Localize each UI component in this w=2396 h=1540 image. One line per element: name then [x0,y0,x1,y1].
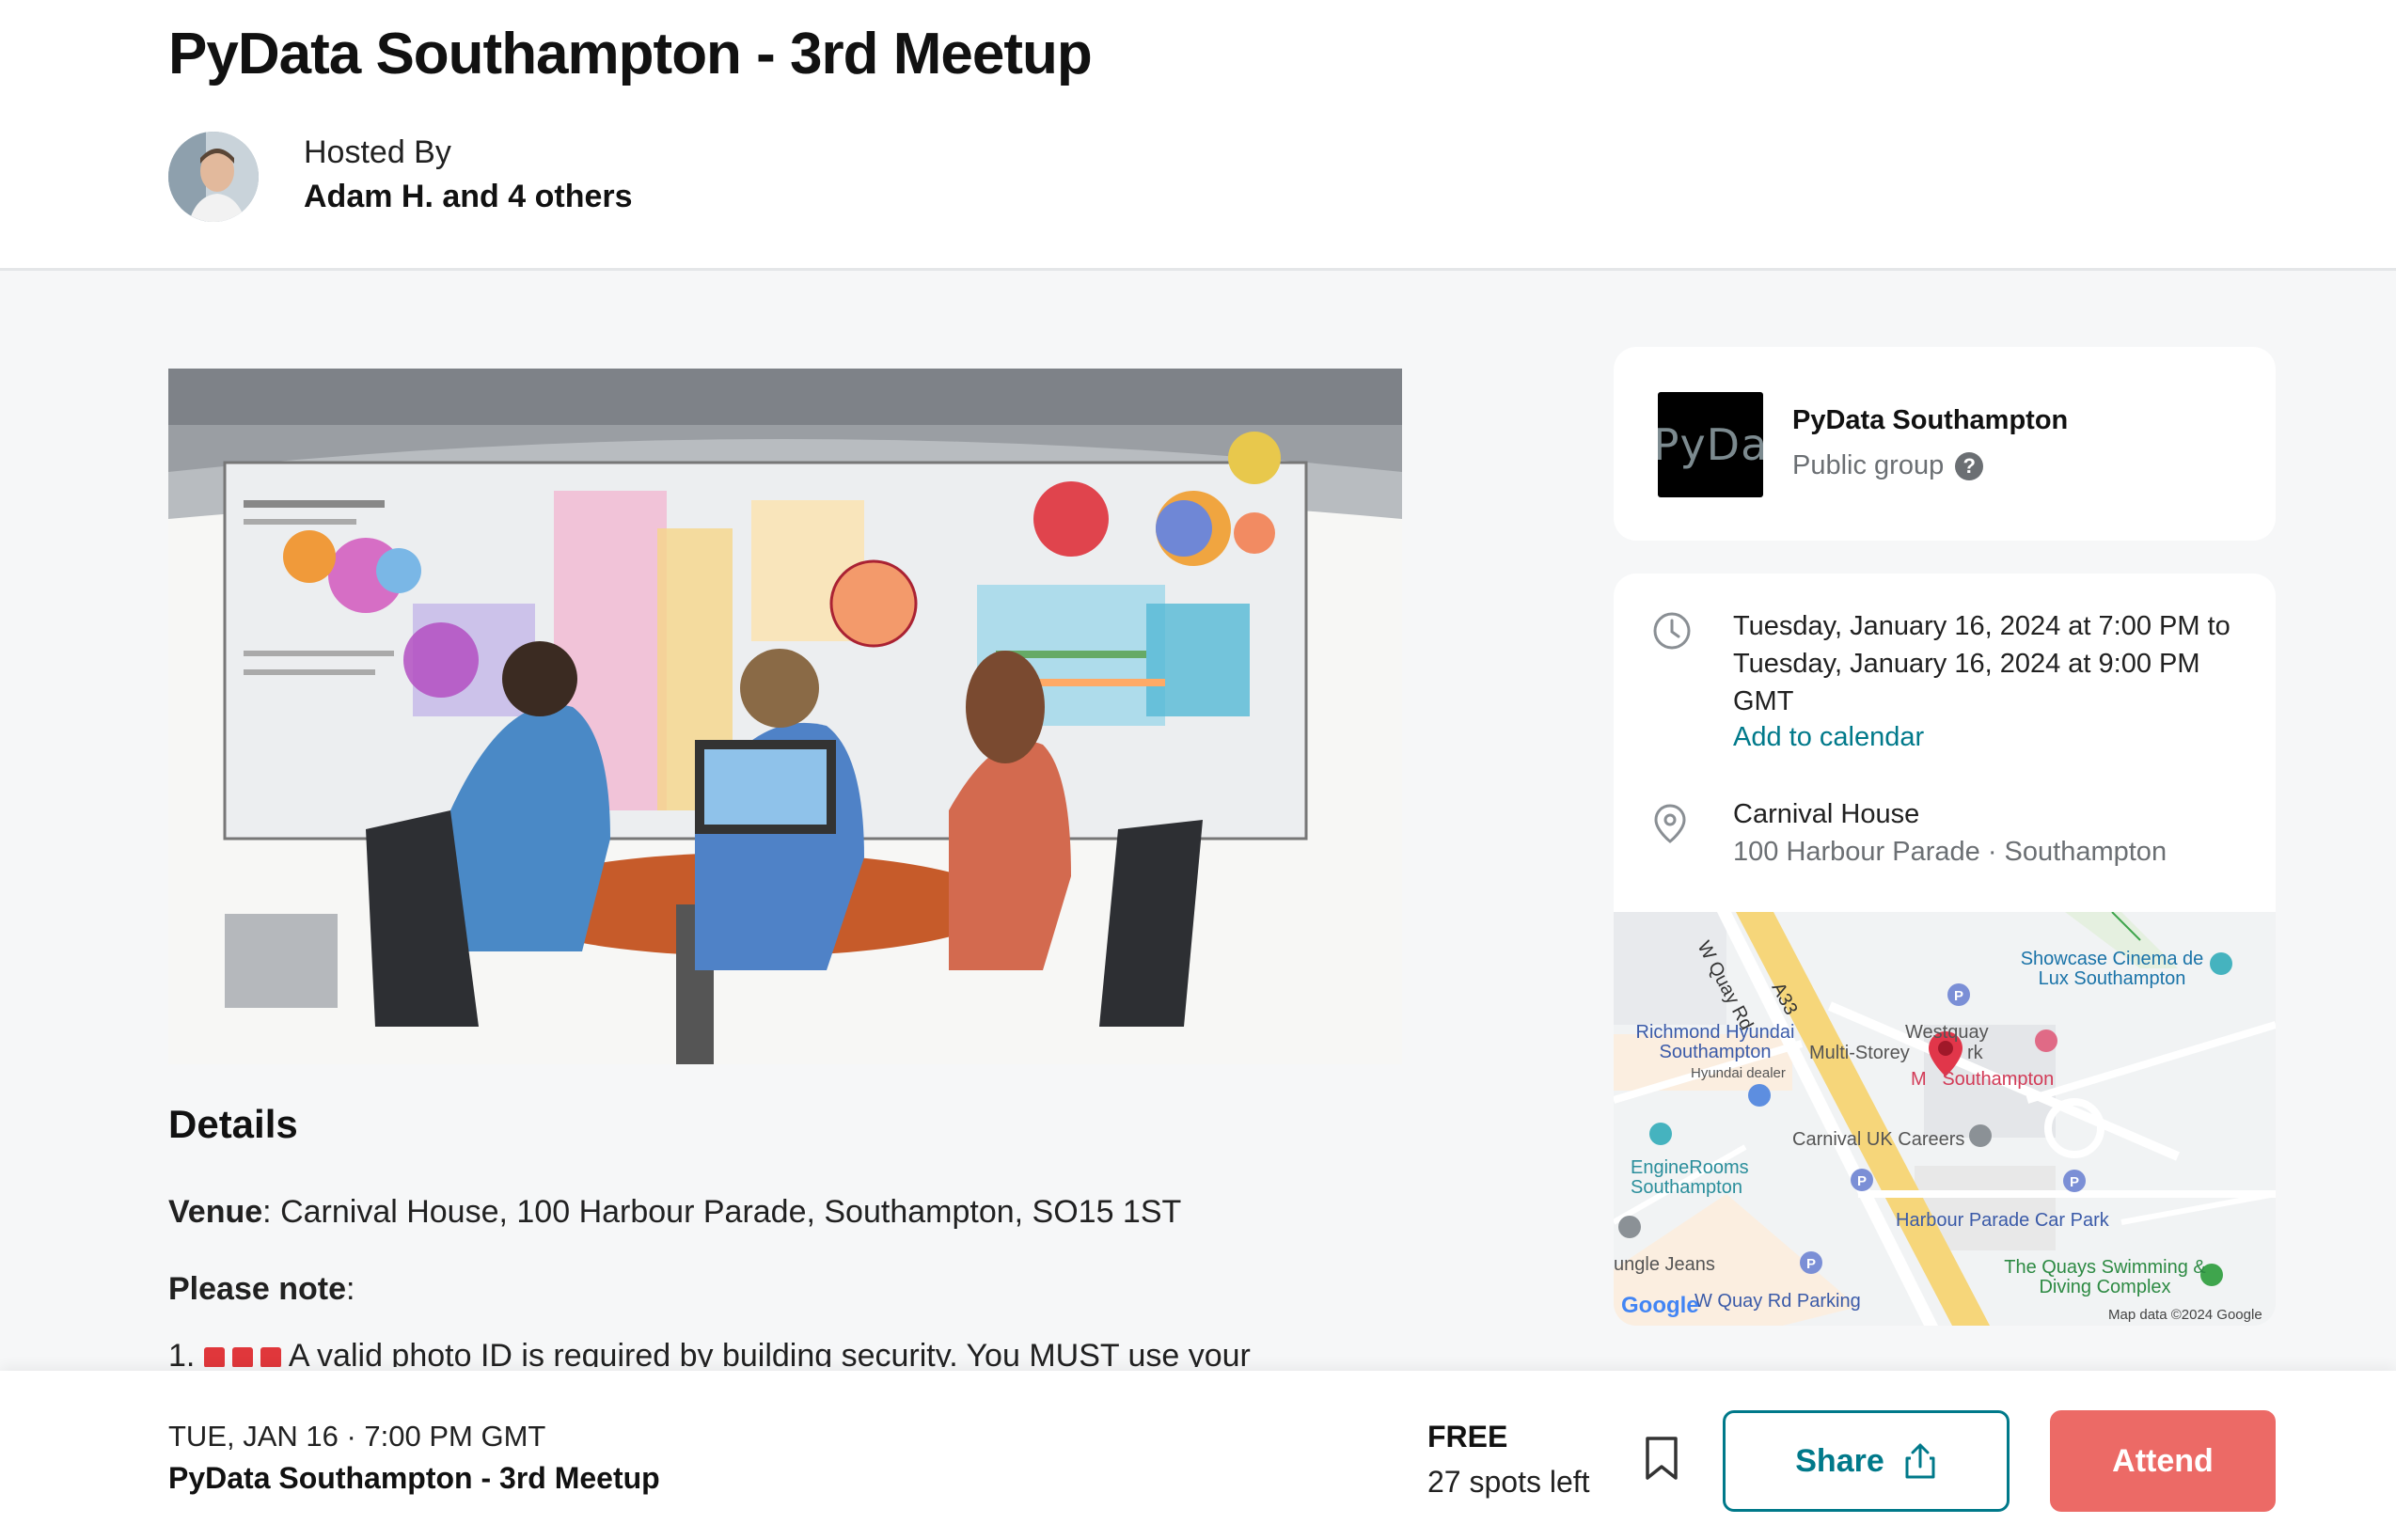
share-icon [1905,1443,1935,1479]
details-venue: Venue: Carnival House, 100 Harbour Parad… [168,1194,1181,1231]
host-names[interactable]: Adam H. and 4 others [304,179,633,215]
map-label-park: rk [1967,1043,1983,1063]
share-button-label: Share [1795,1442,1884,1479]
map-label-quays-swimming: The Quays Swimming & Diving Complex [2004,1257,2206,1297]
map-attribution: Map data ©2024 Google [2108,1307,2262,1323]
svg-text:P: P [1954,988,1963,1004]
group-logo[interactable]: PyDa [1658,392,1763,497]
price-label: FREE [1427,1420,1508,1454]
bottom-action-bar: TUE, JAN 16 · 7:00 PM GMT PyData Southam… [0,1371,2396,1540]
venue-name[interactable]: Carnival House [1733,799,1919,830]
alert-icon [260,1347,281,1367]
details-list-item: 1. A valid photo ID is required by build… [168,1343,1251,1367]
bookmark-icon[interactable] [1642,1435,1681,1484]
group-type: Public group? [1792,450,1984,481]
map-label-richmond: Richmond Hyundai Southampton [1635,1022,1795,1062]
group-card[interactable]: PyDa PyData Southampton Public group? [1614,347,2276,541]
spots-left: 27 spots left [1427,1465,1590,1499]
page-title: PyData Southampton - 3rd Meetup [168,22,1093,86]
group-name[interactable]: PyData Southampton [1792,405,2068,436]
map-label-southampton: M Southampton [1911,1069,2055,1090]
hosted-by-label: Hosted By [304,134,451,170]
details-note: Please note: [168,1271,355,1308]
venue-label: Venue [168,1194,263,1230]
event-datetime: Tuesday, January 16, 2024 at 7:00 PM to … [1733,611,2230,716]
share-button[interactable]: Share [1723,1410,2010,1512]
svg-text:P: P [1857,1173,1867,1189]
map-label-westquay: Westquay [1905,1022,1989,1043]
map-label-enginerooms: EngineRooms Southampton [1631,1157,1749,1198]
event-info-card: Tuesday, January 16, 2024 at 7:00 PM to … [1614,574,2276,1326]
svg-text:P: P [1806,1256,1816,1272]
location-pin-icon [1654,804,1686,843]
add-to-calendar-link[interactable]: Add to calendar [1733,722,1924,753]
list-text: A valid photo ID is required by building… [288,1343,1251,1367]
footer-event-title: PyData Southampton - 3rd Meetup [168,1461,660,1495]
list-number: 1. [168,1343,196,1367]
google-logo: Google [1621,1293,1699,1318]
note-label: Please note [168,1271,346,1307]
footer-event-date: TUE, JAN 16 · 7:00 PM GMT [168,1420,546,1453]
map-label-hyundai-dealer: Hyundai dealer [1691,1065,1786,1081]
group-logo-text: PyDa [1658,419,1763,470]
details-heading: Details [168,1102,298,1146]
venue-value: : Carnival House, 100 Harbour Parade, So… [262,1194,1182,1230]
alert-icon [231,1347,253,1367]
map-label-carnival-careers: Carnival UK Careers [1792,1129,1965,1150]
venue-address: 100 Harbour Parade · Southampton [1733,837,2167,867]
map-label-multi-storey: Multi-Storey [1809,1043,1910,1063]
help-icon[interactable]: ? [1955,452,1984,481]
clock-icon [1653,612,1691,650]
map-label-harbour-parade-car-park: Harbour Parade Car Park [1896,1210,2109,1231]
note-suffix: : [345,1271,355,1307]
map-label-jungle-jeans: ungle Jeans [1614,1254,1715,1275]
attend-button[interactable]: Attend [2050,1410,2276,1512]
map-label-quay-rd-parking: W Quay Rd Parking [1695,1291,1861,1312]
host-avatar[interactable] [168,132,259,222]
alert-icon [203,1347,225,1367]
hero-illustration [168,369,1402,1064]
group-type-label: Public group [1792,450,1945,480]
map-label-showcase: Showcase Cinema de Lux Southampton [2020,949,2204,989]
venue-map[interactable]: P P P P W Quay Rd A33 Showcase Cinema de… [1614,912,2276,1326]
avatar-photo [168,132,259,222]
event-hero-image [168,369,1402,1064]
event-header: PyData Southampton - 3rd Meetup Hosted B… [0,0,2396,271]
svg-text:P: P [2070,1174,2079,1190]
